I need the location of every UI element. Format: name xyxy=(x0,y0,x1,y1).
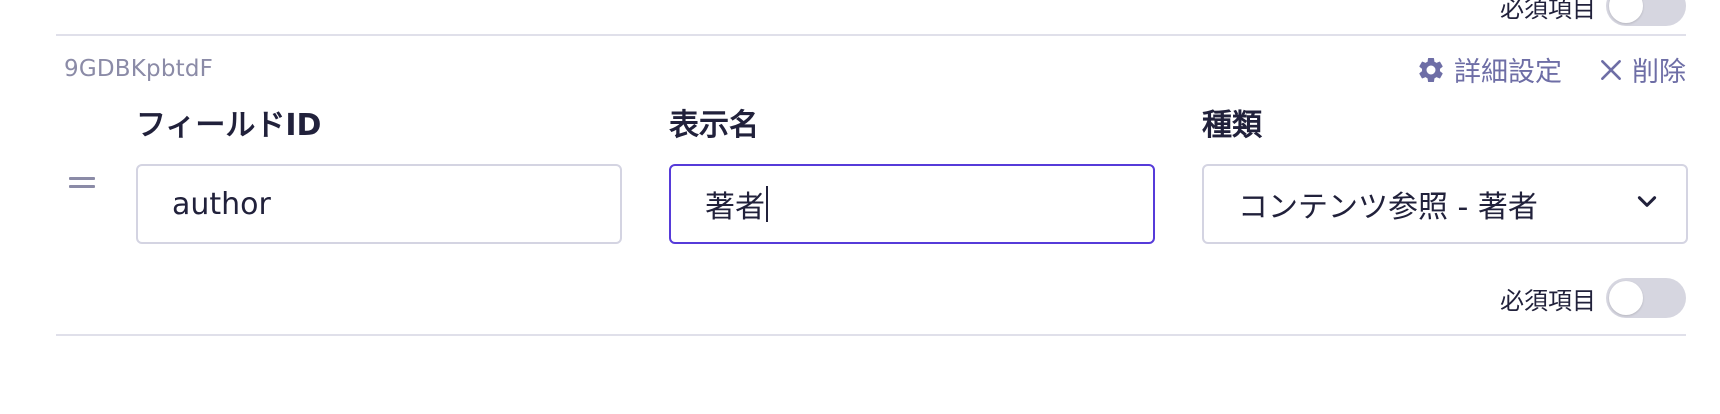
divider xyxy=(56,334,1686,336)
chevron-down-icon xyxy=(1634,187,1660,222)
gear-icon xyxy=(1416,55,1446,85)
required-row: 必須項目 xyxy=(1500,278,1686,318)
toggle-knob xyxy=(1609,0,1643,23)
divider xyxy=(56,34,1686,36)
required-toggle[interactable] xyxy=(1606,0,1686,26)
required-label: 必須項目 xyxy=(1500,0,1596,23)
settings-button[interactable]: 詳細設定 xyxy=(1416,50,1562,89)
delete-label: 削除 xyxy=(1632,57,1686,88)
settings-label: 詳細設定 xyxy=(1454,57,1562,88)
type-select[interactable]: コンテンツ参照 - 著者 xyxy=(1202,164,1688,244)
required-label: 必須項目 xyxy=(1500,286,1596,315)
field-code: 9GDBKpbtdF xyxy=(64,56,214,82)
type-column: 種類 コンテンツ参照 - 著者 xyxy=(1202,102,1688,244)
delete-button[interactable]: 削除 xyxy=(1598,50,1686,89)
display-name-column: 表示名 著者 xyxy=(669,102,1155,244)
drag-handle-icon[interactable] xyxy=(69,177,95,191)
field-id-input[interactable]: author xyxy=(136,164,622,244)
field-id-column: フィールドID author xyxy=(136,102,622,244)
toggle-knob xyxy=(1609,281,1643,315)
custom-field-editor: 必須項目 9GDBKpbtdF 詳細設定 削除 フィールドID author 表… xyxy=(0,0,1720,414)
type-label: 種類 xyxy=(1202,108,1262,143)
required-toggle[interactable] xyxy=(1606,278,1686,318)
display-name-value: 著者 xyxy=(705,190,765,225)
previous-field-required-row: 必須項目 xyxy=(1500,0,1686,26)
display-name-input[interactable]: 著者 xyxy=(669,164,1155,244)
field-actions: 詳細設定 削除 xyxy=(1416,50,1686,89)
field-id-label: フィールドID xyxy=(136,108,322,143)
close-icon xyxy=(1598,57,1624,83)
type-value: コンテンツ参照 - 著者 xyxy=(1238,190,1538,225)
text-caret xyxy=(766,186,768,222)
field-id-value: author xyxy=(172,186,271,222)
display-name-label: 表示名 xyxy=(669,108,759,143)
